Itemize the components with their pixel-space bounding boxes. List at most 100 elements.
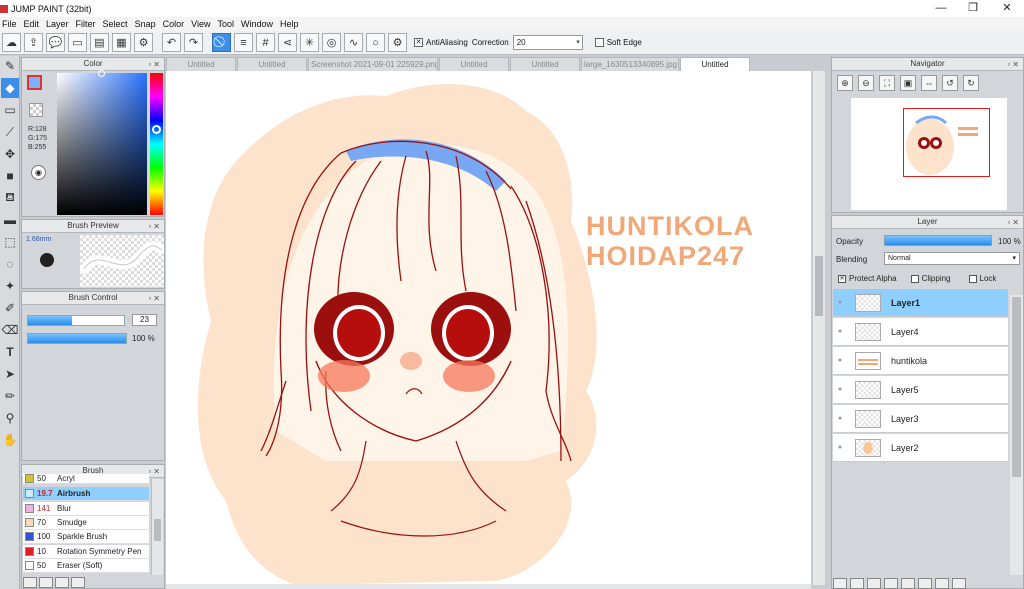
palette-icon[interactable]: ◉ [31,165,46,180]
fill-rect-tool-icon[interactable]: ■ [1,166,19,186]
navigator-viewport-frame[interactable] [903,108,990,177]
fit-window-icon[interactable]: ⛶ [879,75,895,91]
eraser-tool-icon[interactable]: ◆ [1,78,19,98]
protect-alpha-checkbox[interactable]: ✕ [838,274,846,283]
brush-size-input[interactable]: 23 [132,314,157,326]
gradient-tool-icon[interactable]: ▬ [1,210,19,230]
new-folder-icon[interactable] [901,578,915,589]
actual-size-icon[interactable]: ▣ [900,75,916,91]
lasso-tool-icon[interactable]: ◌ [1,254,19,274]
mask-layer-icon[interactable] [884,578,898,589]
new-8bit-layer-icon[interactable] [867,578,881,589]
hue-slider[interactable] [150,73,163,215]
layer-opacity-slider[interactable] [884,235,992,246]
brush-opacity-slider[interactable] [27,333,127,344]
minimize-button[interactable]: — [924,0,958,17]
sv-marker[interactable] [98,70,105,77]
transparent-color-swatch[interactable] [29,103,43,117]
navigator-preview[interactable] [851,98,1007,210]
brush-size-slider[interactable] [27,315,125,326]
eyedropper-tool-icon[interactable]: ⚲ [1,408,19,428]
drawing-canvas[interactable]: HUNTIKOLA HOIDAP247 [166,71,811,585]
saturation-value-picker[interactable] [57,73,147,215]
snap-curve-icon[interactable]: ∿ [344,33,363,52]
snap-off-icon[interactable]: ⃠ [212,33,231,52]
tab-untitled-4[interactable]: Untitled [510,57,580,71]
tab-untitled-1[interactable]: Untitled [166,57,236,71]
menu-tool[interactable]: Tool [215,19,239,29]
rect-tool-icon[interactable]: ▭ [1,100,19,120]
layer-list-scrollbar[interactable] [1010,295,1023,575]
blending-select[interactable]: Normal ▾ [884,252,1020,265]
new-layer-icon[interactable] [833,578,847,589]
new-halftone-layer-icon[interactable] [850,578,864,589]
lock-checkbox[interactable] [968,274,977,283]
visibility-toggle-icon[interactable]: ● [833,299,847,306]
pen-tool-icon[interactable]: ✎ [1,56,19,76]
pencil-tool-icon[interactable]: ✏ [1,386,19,406]
correction-select[interactable]: 20 [512,35,583,50]
delete-layer-icon[interactable] [952,578,966,589]
cloud-icon[interactable]: ☁ [2,33,21,52]
move-tool-icon[interactable]: ✥ [1,144,19,164]
snap-settings-icon[interactable]: ⚙ [388,33,407,52]
brush-item-airbrush[interactable]: 19.7 Airbrush [23,487,149,501]
tab-untitled-3[interactable]: Untitled [439,57,509,71]
panel-icon[interactable]: ▦ [112,33,131,52]
brush-item-rotation-symmetry[interactable]: 10 Rotation Symmetry Pen [23,545,149,559]
text-tool-icon[interactable]: T [1,342,19,362]
zoom-in-icon[interactable]: ⊕ [837,75,853,91]
line-tool-icon[interactable]: ⟋ [1,122,19,142]
tab-large-jpg[interactable]: large_1630513340895.jpg [581,57,679,71]
brush-list-scrollbar[interactable] [151,479,163,575]
rotate-cw-icon[interactable]: ↻ [963,75,979,91]
layer-item-layer3[interactable]: ● Layer3 [833,405,1008,433]
comment-icon[interactable]: 💬 [46,33,65,52]
rotate-ccw-icon[interactable]: ↺ [942,75,958,91]
canvas-horizontal-scrollbar[interactable] [166,584,811,589]
layer-item-layer4[interactable]: ● Layer4 [833,318,1008,346]
visibility-toggle-icon[interactable]: ● [833,386,847,393]
tab-untitled-active[interactable]: Untitled [680,57,750,71]
snap-circle-icon[interactable]: ◎ [322,33,341,52]
menu-edit[interactable]: Edit [22,19,45,29]
duplicate-layer-icon[interactable] [918,578,932,589]
menu-snap[interactable]: Snap [133,19,161,29]
magic-wand-tool-icon[interactable]: ✦ [1,276,19,296]
foreground-color-swatch[interactable] [27,75,42,90]
maximize-button[interactable]: ❐ [956,0,990,17]
edit-brush-icon[interactable] [55,577,69,588]
canvas-vertical-scrollbar[interactable] [813,71,825,585]
visibility-toggle-icon[interactable]: ● [833,328,847,335]
select-eraser-tool-icon[interactable]: ⌫ [1,320,19,340]
menu-select[interactable]: Select [101,19,133,29]
hue-marker[interactable] [152,125,161,134]
menu-filter[interactable]: Filter [74,19,101,29]
undo-icon[interactable]: ↶ [162,33,181,52]
snap-shape-icon[interactable]: ○ [366,33,385,52]
merge-down-icon[interactable] [935,578,949,589]
operation-tool-icon[interactable]: ➤ [1,364,19,384]
close-button[interactable]: ✕ [990,0,1024,17]
snap-perspective-icon[interactable]: ⋖ [278,33,297,52]
tab-untitled-2[interactable]: Untitled [237,57,307,71]
snap-parallel-icon[interactable]: ≡ [234,33,253,52]
hand-tool-icon[interactable]: ✋ [1,430,19,450]
menu-layer[interactable]: Layer [44,19,74,29]
page-icon[interactable]: ▤ [90,33,109,52]
brush-item-smudge[interactable]: 70 Smudge [23,516,149,530]
brush-item-blur[interactable]: 141 Blur [23,502,149,516]
layer-item-layer2[interactable]: ● Layer2 [833,434,1008,462]
menu-window[interactable]: Window [239,19,278,29]
tab-screenshot[interactable]: Screenshot 2021-09-01 225929.png [308,57,438,71]
settings-page-icon[interactable]: ⚙ [134,33,153,52]
layer-item-huntikola[interactable]: ● huntikola [833,347,1008,375]
folder-brush-icon[interactable] [71,577,85,588]
snap-radial-icon[interactable]: ✳ [300,33,319,52]
visibility-toggle-icon[interactable]: ● [833,357,847,364]
copy-brush-icon[interactable] [39,577,53,588]
menu-file[interactable]: File [0,19,22,29]
menu-view[interactable]: View [189,19,215,29]
chat-icon[interactable]: ▭ [68,33,87,52]
antialiasing-checkbox[interactable]: ✕ [414,38,423,47]
